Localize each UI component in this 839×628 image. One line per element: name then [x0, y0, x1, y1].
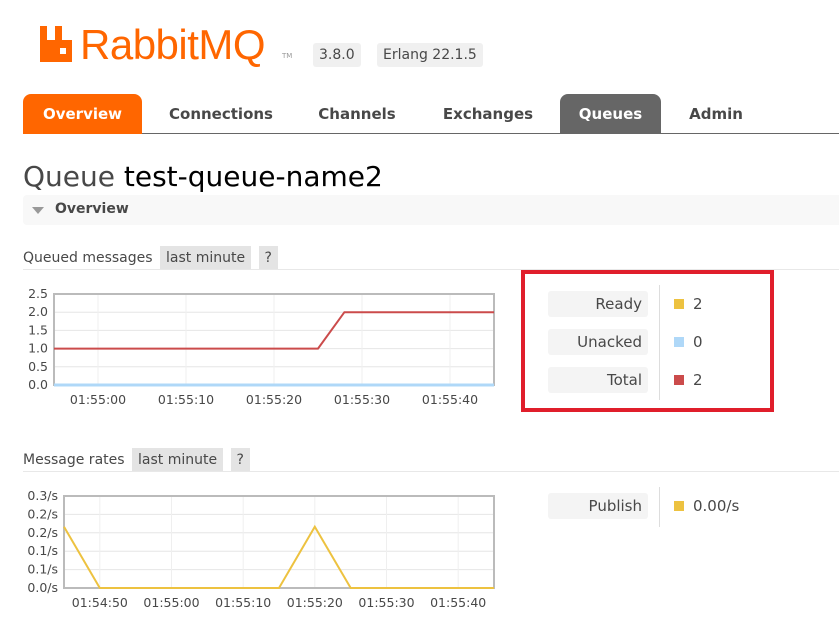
- page-title-prefix: Queue: [23, 160, 115, 193]
- y-tick-label: 0.5: [28, 359, 48, 374]
- tab-queues[interactable]: Queues: [560, 94, 661, 134]
- legend-publish: Publish 0.00/s: [548, 493, 839, 519]
- plot-frame: [63, 495, 495, 589]
- highlight-box: [521, 270, 774, 412]
- x-tick-label: 01:55:10: [215, 595, 271, 610]
- y-tick-label: 0.2/s: [27, 525, 58, 540]
- tab-channels[interactable]: Channels: [301, 94, 413, 134]
- x-tick-label: 01:55:00: [70, 392, 126, 407]
- x-tick-label: 01:55:40: [422, 392, 478, 407]
- divider: [23, 471, 839, 472]
- x-tick-label: 01:54:50: [72, 595, 128, 610]
- rates-range-selector[interactable]: last minute: [132, 448, 224, 472]
- x-tick-label: 01:55:00: [143, 595, 199, 610]
- legend-publish-swatch: [674, 501, 684, 511]
- message-rates-chart: 0.0/s 0.1/s 0.1/s 0.2/s 0.2/s 0.3/s 01:54:50 01…: [20, 487, 540, 619]
- legend-publish-value: 0.00/s: [693, 497, 740, 515]
- x-tick-label: 01:55:30: [334, 392, 390, 407]
- collapse-triangle-icon: [32, 207, 44, 214]
- legend-separator: [659, 487, 660, 527]
- y-tick-label: 2.0: [28, 304, 48, 319]
- y-tick-label: 0.2/s: [27, 506, 58, 521]
- queued-range-selector[interactable]: last minute: [160, 246, 252, 270]
- queued-messages-title: Queued messages: [23, 250, 153, 266]
- y-tick-label: 0.0/s: [27, 580, 58, 595]
- erlang-version-badge: Erlang 22.1.5: [377, 43, 483, 67]
- x-tick-label: 01:55:10: [158, 392, 214, 407]
- page-title: Queue test-queue-name2: [23, 160, 383, 193]
- y-tick-label: 0.0: [28, 377, 48, 392]
- y-tick-label: 0.3/s: [27, 488, 58, 503]
- x-tick-label: 01:55:30: [358, 595, 414, 610]
- overview-section-toggle[interactable]: Overview: [23, 195, 839, 225]
- y-tick-label: 0.1/s: [27, 562, 58, 577]
- queued-messages-header: Queued messages last minute ?: [23, 246, 278, 270]
- tab-admin[interactable]: Admin: [673, 94, 759, 134]
- overview-section-label: Overview: [55, 201, 129, 217]
- queue-name: test-queue-name2: [123, 160, 383, 193]
- rabbitmq-logo[interactable]: RabbitMQ TM: [38, 18, 298, 68]
- message-rates-header: Message rates last minute ?: [23, 448, 250, 472]
- rabbit-logo-icon: [40, 26, 72, 62]
- tab-connections[interactable]: Connections: [155, 94, 287, 134]
- x-tick-label: 01:55:20: [287, 595, 343, 610]
- y-tick-label: 2.5: [28, 286, 48, 301]
- tab-exchanges[interactable]: Exchanges: [427, 94, 549, 134]
- x-tick-label: 01:55:40: [430, 595, 486, 610]
- logo-text: RabbitMQ: [80, 21, 266, 68]
- y-tick-label: 0.1/s: [27, 543, 58, 558]
- rates-help-button[interactable]: ?: [230, 448, 250, 472]
- logo-trademark: TM: [282, 52, 293, 60]
- tab-overview[interactable]: Overview: [23, 94, 142, 134]
- main-nav: Overview Connections Channels Exchanges …: [23, 94, 839, 134]
- queued-help-button[interactable]: ?: [258, 246, 278, 270]
- version-badge: 3.8.0: [313, 43, 361, 67]
- queued-messages-chart: 0.0 0.5 1.0 1.5 2.0 2.5 01:55:00 01:55:10 01:55:…: [20, 285, 500, 415]
- legend-publish-label: Publish: [548, 493, 648, 519]
- x-tick-label: 01:55:20: [246, 392, 302, 407]
- y-tick-label: 1.5: [28, 322, 48, 337]
- y-tick-label: 1.0: [28, 341, 48, 356]
- message-rates-title: Message rates: [23, 452, 125, 468]
- series-line-publish: [63, 524, 494, 589]
